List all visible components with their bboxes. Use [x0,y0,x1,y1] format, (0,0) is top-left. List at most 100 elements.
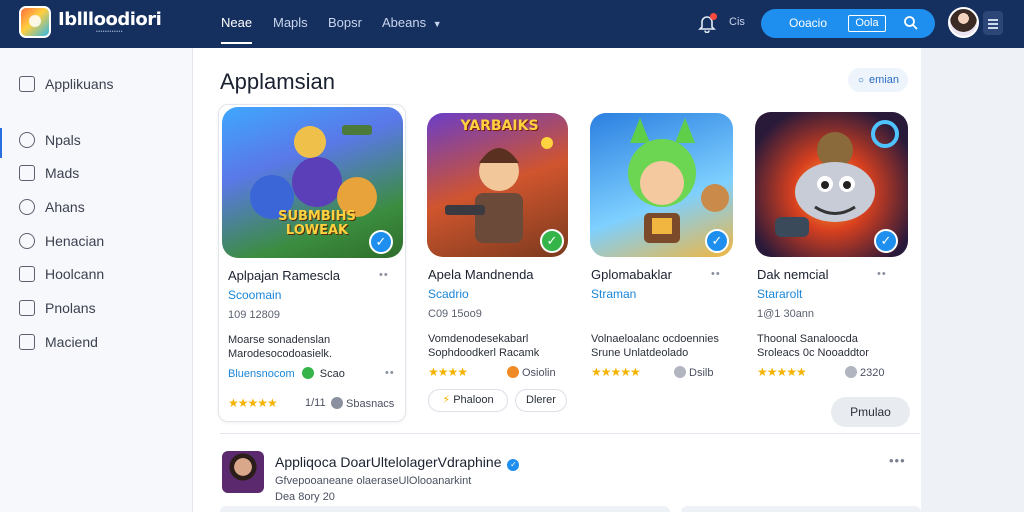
nav-item-abeans-label: Abeans [382,15,427,30]
nav-item-abeans[interactable]: Abeans ▼ [382,15,442,30]
grid-icon [19,165,35,181]
apps-icon [19,76,35,92]
app-extra: Sbasnacs [331,397,394,410]
rating-count: 2320 [845,366,884,379]
sidebar-item-applikuans[interactable]: Applikuans [19,74,114,94]
app-subtitle[interactable]: Scadrio [428,287,469,301]
app-link-secondary: Scao [319,368,345,380]
more-options-icon[interactable]: •• [877,268,887,280]
app-card[interactable]: ✓ Dak nemcial •• Stararolt 1@1 30ann Tho… [751,104,911,422]
rating-count: Dsilb [674,366,713,379]
app-title[interactable]: Gplomabaklar [591,267,672,282]
sidebar-item-label: Maciend [45,334,98,350]
app-description-line: Volnaeloalanc ocdoennies [591,333,719,345]
right-gutter [921,48,1024,512]
app-description-line: Sophdoodkerl Racamk [428,347,540,359]
verified-check-icon: ✓ [369,230,393,254]
rating-count: Osiolin [507,366,556,379]
sidebar-item-ahans[interactable]: Ahans [19,197,85,217]
sidebar-active-indicator [0,128,2,158]
rating-count-label: 2320 [860,367,885,379]
next-item-preview [220,506,670,512]
app-meta: 109 12809 [228,309,280,321]
app-description: Thoonal Sanaloocda Sroleacs 0c Nooaddtor [757,332,907,360]
app-description-line: Moarse sonadenslan [228,334,331,346]
app-link-text: Bluensnocom [228,368,295,380]
app-card[interactable]: YARBAIKS ✓ Apela Mandnenda Scadrio C09 1… [423,104,573,422]
sidebar-item-label: Mads [45,165,80,181]
brand-name[interactable]: Ibllloodiori [58,9,162,30]
search-icon[interactable] [903,15,919,31]
app-card[interactable]: ✓ Gplomabaklar •• Straman Volnaeloalanc … [586,104,736,422]
app-card[interactable]: SUBMBIHS LOWEAK ✓ Aplpajan Ramescla •• S… [218,104,406,422]
rating-count-label: Osiolin [522,367,556,379]
verified-check-icon: ✓ [540,229,564,253]
sidebar-item-maciend[interactable]: Maciend [19,332,98,352]
sidebar-item-npals[interactable]: Npals [19,130,81,150]
square-icon [19,334,35,350]
app-logo-icon[interactable] [19,6,51,38]
brand-tagline: •••••••••••• [96,29,124,35]
app-title[interactable]: Dak nemcial [757,267,829,282]
app-title[interactable]: Aplpajan Ramescla [228,268,340,283]
app-link[interactable]: Bluensnocom Scao [228,367,345,380]
nav-item-mapls[interactable]: Mapls [273,15,308,30]
tag-icon [331,397,343,409]
pin-icon [19,132,35,148]
user-avatar[interactable] [948,7,979,38]
notification-dot [710,13,717,20]
show-more-button[interactable]: Pmulao [831,397,910,427]
more-options-icon[interactable]: •• [711,268,721,280]
search-label: Ooacio [789,16,828,30]
more-options-icon[interactable]: •• [385,367,395,379]
app-meta: 1@1 30ann [757,308,815,320]
app-description: Moarse sonadenslan Marodesocodoasielk. [228,333,378,361]
bolt-icon: ⚡ [442,394,451,406]
star-rating: ★★★★★ [591,365,641,379]
more-options-icon[interactable]: •• [379,269,389,281]
post-title[interactable]: Appliqoca DoarUltelolagerVdraphine ✓ [275,454,520,471]
sidebar-item-label: Ahans [45,199,85,215]
post-author-avatar[interactable] [222,451,264,493]
sidebar-item-pnolans[interactable]: Pnolans [19,298,96,318]
app-description-line: Marodesocodoasielk. [228,348,332,360]
app-subtitle[interactable]: Straman [591,287,636,301]
section-chip[interactable]: emian [848,68,908,92]
check-circle-icon [301,367,314,379]
next-item-preview [681,506,921,512]
game-art-title: SUBMBIHS LOWEAK [278,209,356,238]
sidebar-item-label: Hoolcann [45,266,105,282]
rating-count-label: Dsilb [689,367,714,379]
menu-icon[interactable] [983,11,1003,35]
app-description-line: Sroleacs 0c Nooaddtor [757,347,869,359]
search-input[interactable]: Oola [848,15,886,32]
sidebar-item-hoolcann[interactable]: Hoolcann [19,264,104,284]
coin-icon [674,366,686,378]
search-bar[interactable]: Ooacio Oola [761,9,935,38]
app-title[interactable]: Apela Mandnenda [428,267,534,282]
app-subtitle[interactable]: Stararolt [757,287,802,301]
sidebar-item-label: Pnolans [45,300,96,316]
post-more-options-icon[interactable]: ••• [889,453,906,468]
tag-pill[interactable]: Dlerer [515,389,567,412]
nav-item-neae[interactable]: Neae [221,15,253,44]
section-title: Applamsian [220,69,335,94]
app-description: Volnaeloalanc ocdoennies Srune Unlatdeol… [591,332,741,360]
post-meta: Dea 8ory 20 [275,491,335,503]
app-title-text: Apela Mandnenda [428,267,534,282]
post-title-text: Appliqoca DoarUltelolagerVdraphine [275,454,502,470]
sidebar-item-label: Applikuans [45,76,114,92]
app-description: Vomdenodesekabarl Sophdoodkerl Racamk [428,332,578,360]
tag-pill[interactable]: ⚡ Phaloon [428,389,508,412]
sidebar-item-mads[interactable]: Mads [19,163,79,183]
app-subtitle[interactable]: Scoomain [228,288,281,302]
main-content: Applamsian emian SUBMBIHS LOWEAK ✓ Aplpa… [193,48,921,512]
post-subtitle: Gfvepooaneane olaeraseUlOlooanarkint [275,475,472,487]
chart-icon [19,266,35,282]
star-rating: ★★★★★ [757,365,807,379]
nav-item-bopsr[interactable]: Bopsr [328,15,362,30]
app-extra-label: Sbasnacs [346,398,395,410]
section-divider [220,433,920,434]
sidebar-item-henacian[interactable]: Henacian [19,231,104,251]
language-selector[interactable]: Cis [729,16,745,28]
